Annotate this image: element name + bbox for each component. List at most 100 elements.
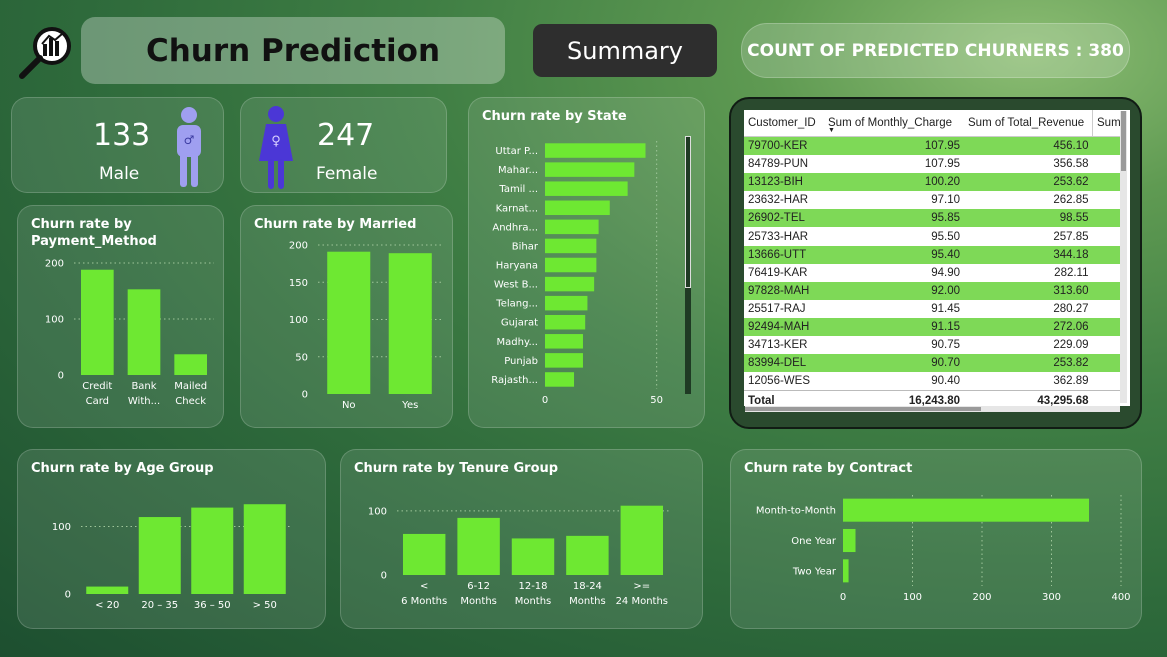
bar[interactable] — [545, 162, 635, 177]
bar[interactable] — [388, 253, 432, 394]
summary-button[interactable]: Summary — [533, 24, 717, 77]
col-header-total-revenue[interactable]: Sum of Total_Revenue — [964, 110, 1093, 137]
table-row[interactable]: 92494-MAH 91.15 272.06 — [744, 317, 1125, 337]
customer-table-card: Customer_ID Sum of Monthly_Charge ▼ Sum … — [729, 97, 1142, 429]
bar[interactable] — [127, 289, 161, 375]
x-tick-label: 20 – 35 — [141, 600, 178, 611]
table-row[interactable]: 79700-KER 107.95 456.10 — [744, 136, 1125, 156]
cell-customer-id: 12056-WES — [744, 372, 824, 391]
table-row[interactable]: 23632-HAR 97.10 262.85 — [744, 191, 1125, 210]
table-row[interactable]: 34713-KER 90.75 229.09 — [744, 336, 1125, 355]
cell-total-revenue: 253.82 — [964, 354, 1093, 373]
y-tick-label: 200 — [289, 241, 308, 252]
table-row[interactable]: 83994-DEL 90.70 253.82 — [744, 354, 1125, 373]
bar[interactable] — [545, 238, 597, 254]
bar[interactable] — [545, 372, 575, 387]
bar[interactable] — [545, 181, 628, 196]
total-label: Total — [744, 390, 824, 406]
cell-monthly-charge: 95.40 — [824, 245, 964, 264]
cell-customer-id: 13123-BIH — [744, 173, 824, 192]
bar[interactable] — [174, 354, 207, 375]
bar[interactable] — [457, 517, 500, 575]
col-header-customer-id[interactable]: Customer_ID — [744, 110, 824, 137]
total-revenue: 43,295.68 — [964, 390, 1093, 406]
bar[interactable] — [545, 257, 597, 273]
bar[interactable] — [843, 498, 1090, 522]
bar[interactable] — [545, 143, 646, 158]
y-tick-label: Two Year — [792, 566, 837, 577]
cell-total-revenue: 253.62 — [964, 173, 1093, 192]
x-tick-label: >= — [633, 581, 650, 592]
x-tick-label: Months — [569, 596, 606, 607]
y-tick-label: One Year — [791, 536, 837, 547]
table-vertical-scroll-thumb[interactable] — [1121, 111, 1126, 171]
y-tick-label: Tamil ... — [498, 184, 538, 195]
x-tick-label: Card — [86, 396, 109, 407]
cell-total-revenue: 280.27 — [964, 299, 1093, 318]
table-row[interactable]: 13123-BIH 100.20 253.62 — [744, 173, 1125, 192]
state-chart-scrollbar[interactable] — [685, 136, 691, 394]
state-chart-scroll-thumb[interactable] — [685, 136, 691, 288]
table-row[interactable]: 76419-KAR 94.90 282.11 — [744, 263, 1125, 282]
bar[interactable] — [620, 505, 664, 575]
table-horizontal-scroll-thumb[interactable] — [745, 407, 981, 411]
table-row[interactable]: 26902-TEL 95.85 98.55 — [744, 209, 1125, 228]
bar[interactable] — [138, 517, 181, 594]
x-tick-label: Months — [515, 596, 552, 607]
bar[interactable] — [545, 200, 610, 216]
y-tick-label: Madhy... — [497, 337, 538, 348]
table-row[interactable]: 25733-HAR 95.50 257.85 — [744, 227, 1125, 246]
x-tick-label: Check — [175, 396, 206, 407]
cell-monthly-charge: 97.10 — [824, 191, 964, 210]
x-tick-label: Credit — [82, 381, 112, 392]
bar[interactable] — [843, 528, 856, 553]
magnifier-chart-icon — [19, 27, 71, 79]
cell-monthly-charge: 92.00 — [824, 281, 964, 300]
bar[interactable] — [545, 314, 586, 330]
x-tick-label: Months — [460, 596, 497, 607]
bar[interactable] — [511, 538, 555, 575]
bar[interactable] — [545, 334, 583, 349]
cell-monthly-charge: 90.70 — [824, 354, 964, 373]
cell-total-revenue: 229.09 — [964, 336, 1093, 355]
bar[interactable] — [545, 295, 588, 311]
male-icon: ♂ — [177, 107, 201, 187]
bar[interactable] — [545, 219, 599, 235]
y-tick-label: Rajasth... — [491, 375, 538, 386]
payment-chart: 0 100 200 Credit Card Bank With... Mailed Check — [45, 259, 214, 407]
bar[interactable] — [545, 353, 583, 368]
bar[interactable] — [191, 507, 234, 594]
col-header-monthly-charge[interactable]: Sum of Monthly_Charge ▼ — [824, 110, 964, 137]
bar[interactable] — [545, 276, 595, 292]
y-tick-label: 50 — [295, 352, 308, 363]
cell-total-revenue: 344.18 — [964, 245, 1093, 264]
table-row[interactable]: 25517-RAJ 91.45 280.27 — [744, 299, 1125, 318]
y-tick-label: 100 — [368, 506, 387, 517]
bar[interactable] — [243, 504, 286, 594]
bar[interactable] — [327, 251, 371, 394]
x-tick-label: 24 Months — [616, 596, 668, 607]
bar[interactable] — [86, 586, 129, 594]
state-chart: 0 50 Uttar P... Mahar... Tamil ... Karnat... A… — [491, 141, 663, 406]
table-row[interactable]: 97828-MAH 92.00 313.60 — [744, 281, 1125, 300]
table-row[interactable]: 13666-UTT 95.40 344.18 — [744, 245, 1125, 264]
table-row[interactable]: 12056-WES 90.40 362.89 — [744, 372, 1125, 391]
cell-customer-id: 13666-UTT — [744, 245, 824, 264]
bar[interactable] — [843, 559, 849, 583]
cell-monthly-charge: 94.90 — [824, 263, 964, 282]
table-row[interactable]: 84789-PUN 107.95 356.58 — [744, 155, 1125, 174]
table-horizontal-scrollbar[interactable] — [745, 406, 1120, 412]
x-tick-label: 6 Months — [401, 596, 447, 607]
bar[interactable] — [81, 269, 114, 375]
cell-customer-id: 79700-KER — [744, 136, 824, 156]
bar[interactable] — [402, 533, 446, 575]
married-chart: 0 50 100 150 200 No Yes — [289, 241, 441, 411]
tenure-chart: 0 100 <6 Months 6-12 Months 12-18 Months 18-24 M… — [368, 505, 669, 607]
cell-monthly-charge: 90.40 — [824, 372, 964, 391]
cell-customer-id: 26902-TEL — [744, 209, 824, 228]
y-tick-label: 200 — [45, 259, 64, 270]
table-vertical-scrollbar[interactable] — [1120, 111, 1127, 403]
age-chart-card: Churn rate by Age Group 0 100 < 20 20 – 35 3… — [17, 449, 326, 629]
contract-chart: 0 100 200 300 400 Month-to-Month One Year Two Y… — [756, 495, 1131, 603]
bar[interactable] — [566, 535, 609, 575]
